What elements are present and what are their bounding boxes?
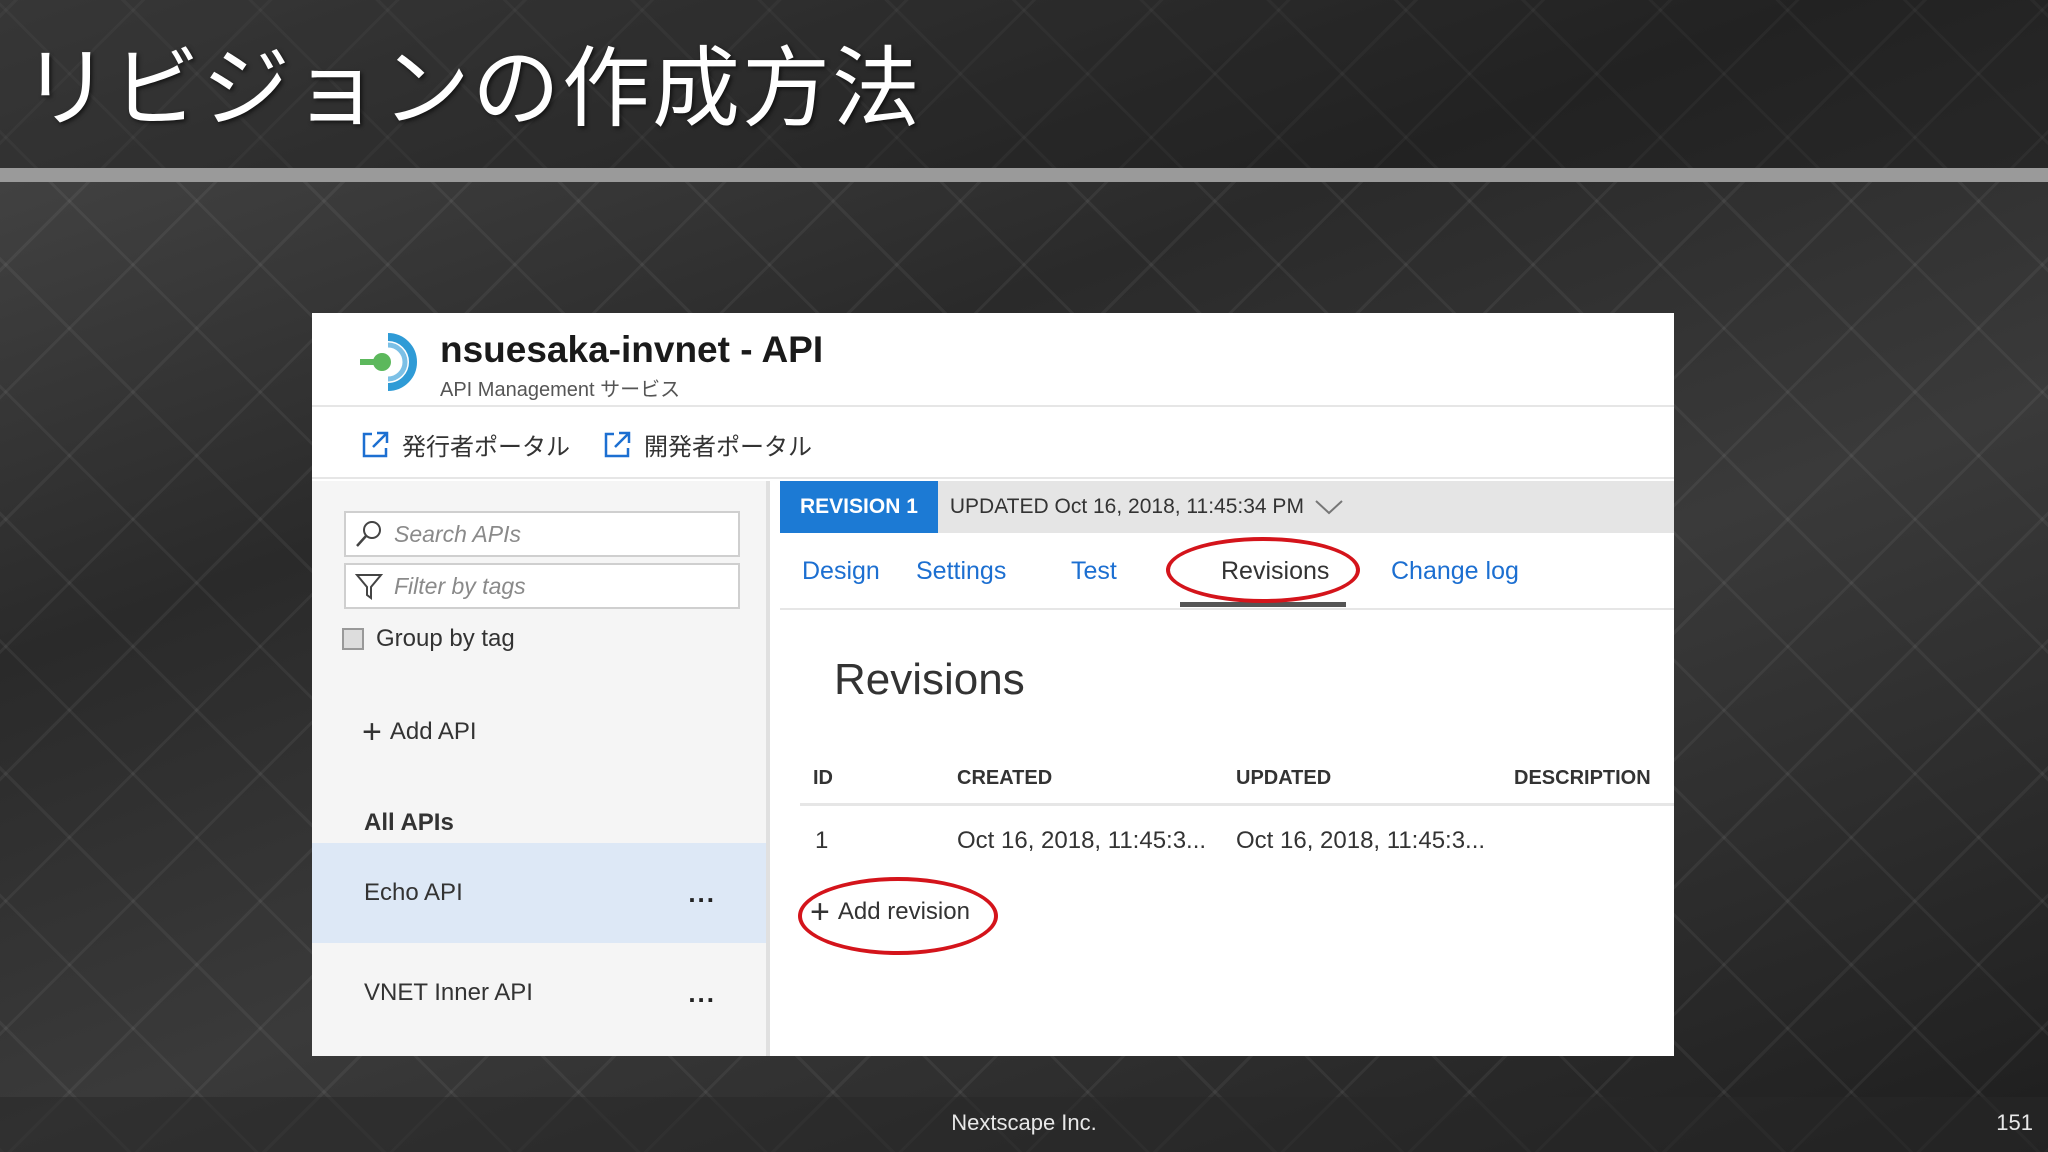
api-list-item-echo[interactable]: Echo API ... bbox=[312, 843, 766, 943]
search-icon bbox=[356, 521, 381, 547]
tab-design[interactable]: Design bbox=[802, 557, 880, 586]
publisher-portal-link[interactable]: 発行者ポータル bbox=[360, 427, 570, 462]
highlight-circle-revisions-tab bbox=[1166, 537, 1360, 603]
more-options-icon[interactable]: ... bbox=[688, 878, 716, 909]
api-sidebar: Search APIs Filter by tags Group by tag … bbox=[312, 481, 770, 1056]
tab-test[interactable]: Test bbox=[1071, 557, 1117, 586]
group-by-tag-toggle[interactable]: Group by tag bbox=[342, 625, 515, 653]
group-by-tag-checkbox[interactable] bbox=[342, 628, 364, 650]
revision-cell-created: Oct 16, 2018, 11:45:3... bbox=[957, 827, 1207, 854]
api-list-item-vnet-inner[interactable]: VNET Inner API ... bbox=[312, 943, 766, 1043]
revision-bar[interactable]: REVISION 1 UPDATED Oct 16, 2018, 11:45:3… bbox=[780, 481, 1674, 533]
column-header-updated: UPDATED bbox=[1236, 767, 1332, 789]
column-header-created: CREATED bbox=[957, 767, 1053, 789]
filter-icon bbox=[354, 574, 384, 600]
publisher-portal-label: 発行者ポータル bbox=[402, 434, 570, 461]
api-item-label: Echo API bbox=[364, 879, 463, 906]
portal-toolbar: 発行者ポータル 開発者ポータル bbox=[312, 409, 1674, 479]
more-options-icon[interactable]: ... bbox=[688, 978, 716, 1009]
footer-company: Nextscape Inc. bbox=[951, 1110, 1097, 1135]
tab-change-log[interactable]: Change log bbox=[1391, 557, 1519, 586]
filter-tags-input[interactable]: Filter by tags bbox=[344, 563, 740, 609]
tab-settings[interactable]: Settings bbox=[916, 557, 1006, 586]
column-header-description: DESCRIPTION bbox=[1514, 767, 1651, 789]
table-header-divider bbox=[800, 803, 1674, 806]
revision-updated-text: UPDATED Oct 16, 2018, 11:45:34 PM bbox=[949, 495, 1304, 518]
highlight-circle-add-revision bbox=[798, 877, 998, 955]
add-api-button[interactable]: + Add API bbox=[362, 715, 477, 749]
plus-icon: + bbox=[362, 713, 382, 751]
developer-portal-link[interactable]: 開発者ポータル bbox=[602, 427, 812, 462]
api-detail-pane: REVISION 1 UPDATED Oct 16, 2018, 11:45:3… bbox=[780, 481, 1674, 1056]
search-placeholder: Search APIs bbox=[394, 520, 521, 547]
revision-cell-id[interactable]: 1 bbox=[815, 827, 828, 855]
external-link-icon bbox=[362, 431, 389, 457]
api-header: nsuesaka-invnet - API API Management サービ… bbox=[312, 313, 1674, 407]
developer-portal-label: 開発者ポータル bbox=[644, 434, 812, 461]
api-title: nsuesaka-invnet - API bbox=[440, 329, 824, 370]
slide-title: リビジョンの作成方法 bbox=[22, 37, 923, 140]
revision-badge: REVISION 1 bbox=[780, 481, 938, 533]
add-api-label: Add API bbox=[389, 718, 477, 745]
external-link-icon bbox=[604, 431, 631, 457]
column-header-id: ID bbox=[813, 767, 833, 789]
tabs-divider bbox=[780, 608, 1674, 610]
api-management-logo-icon bbox=[360, 333, 417, 391]
all-apis-heading: All APIs bbox=[364, 809, 454, 836]
page-number: 151 bbox=[1996, 1110, 2033, 1135]
search-apis-input[interactable]: Search APIs bbox=[344, 511, 740, 557]
chevron-down-icon[interactable] bbox=[1314, 497, 1344, 517]
revisions-heading: Revisions bbox=[834, 655, 1025, 704]
api-item-label: VNET Inner API bbox=[364, 979, 533, 1006]
api-management-screenshot: nsuesaka-invnet - API API Management サービ… bbox=[312, 313, 1674, 1056]
group-by-tag-label: Group by tag bbox=[376, 625, 515, 652]
api-subtitle: API Management サービス bbox=[440, 379, 681, 401]
title-divider bbox=[0, 168, 2048, 182]
filter-placeholder: Filter by tags bbox=[394, 572, 526, 599]
revision-cell-updated: Oct 16, 2018, 11:45:3... bbox=[1236, 827, 1486, 854]
